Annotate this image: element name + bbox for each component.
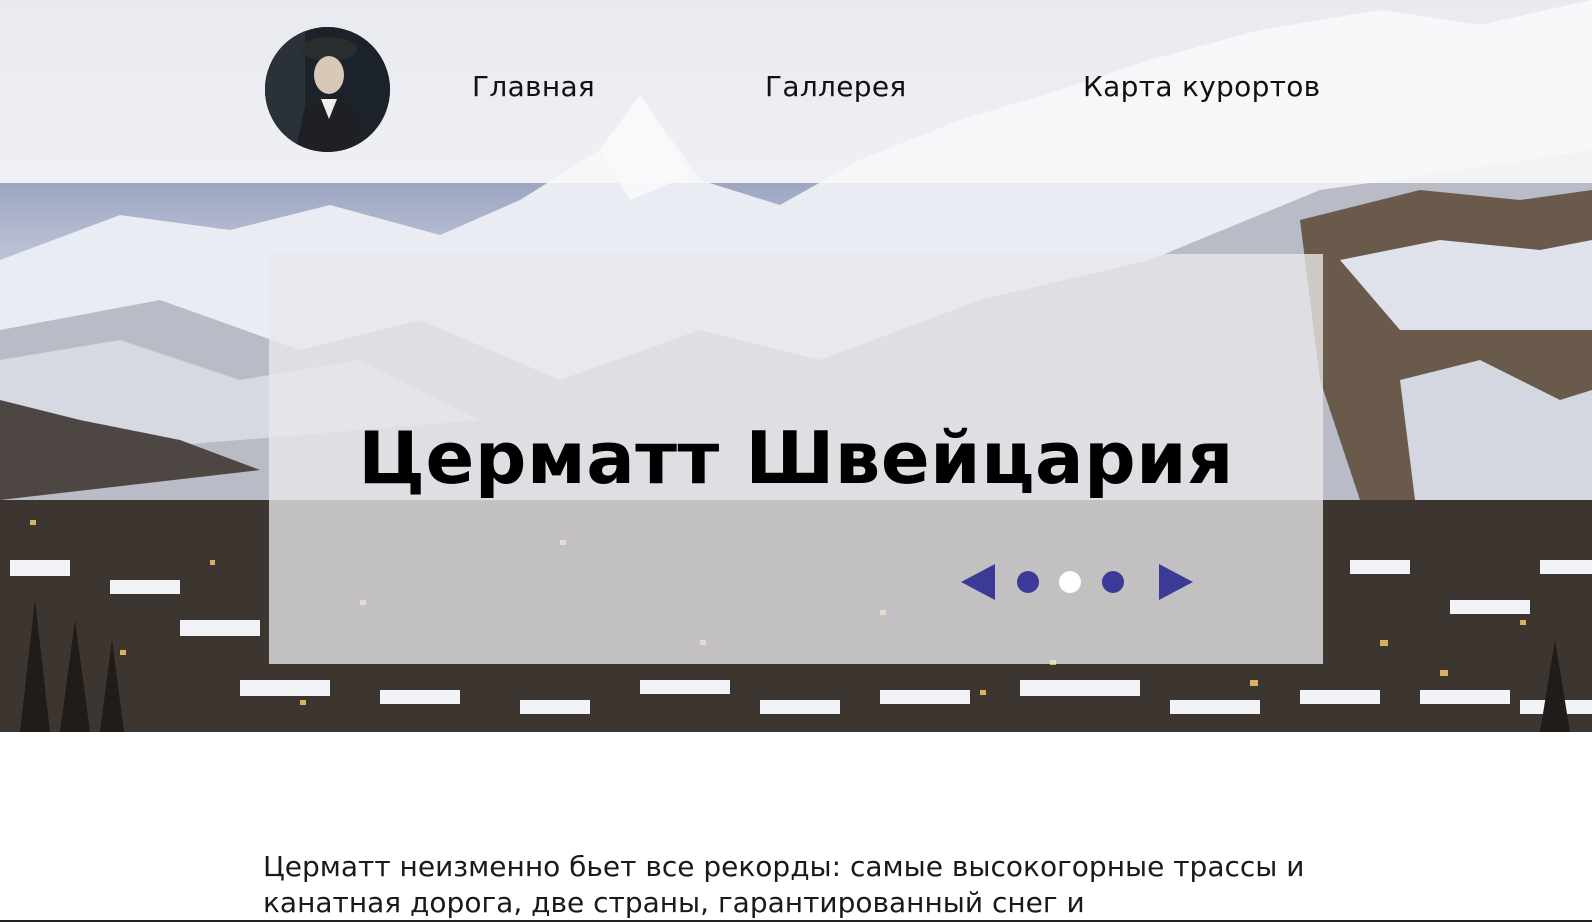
slider-dot-1[interactable] bbox=[1017, 571, 1039, 593]
hero-card: Церматт Швейцария bbox=[269, 254, 1323, 664]
hero-title: Церматт Швейцария bbox=[358, 416, 1234, 500]
triangle-right-icon[interactable] bbox=[1159, 562, 1195, 602]
slider-dot-3[interactable] bbox=[1102, 571, 1124, 593]
avatar[interactable] bbox=[265, 27, 390, 152]
slider-controls bbox=[959, 562, 1219, 610]
intro-paragraph: Церматт неизменно бьет все рекорды: самы… bbox=[263, 850, 1305, 919]
nav-link-gallery[interactable]: Галлерея bbox=[765, 70, 907, 103]
site-header: Главная Галлерея Карта курортов bbox=[0, 0, 1592, 183]
avatar-portrait-image bbox=[265, 27, 390, 152]
nav-link-home[interactable]: Главная bbox=[472, 70, 595, 103]
nav-link-resort-map[interactable]: Карта курортов bbox=[1083, 70, 1320, 103]
slider-dot-2-active[interactable] bbox=[1059, 571, 1081, 593]
triangle-left-icon[interactable] bbox=[959, 562, 995, 602]
